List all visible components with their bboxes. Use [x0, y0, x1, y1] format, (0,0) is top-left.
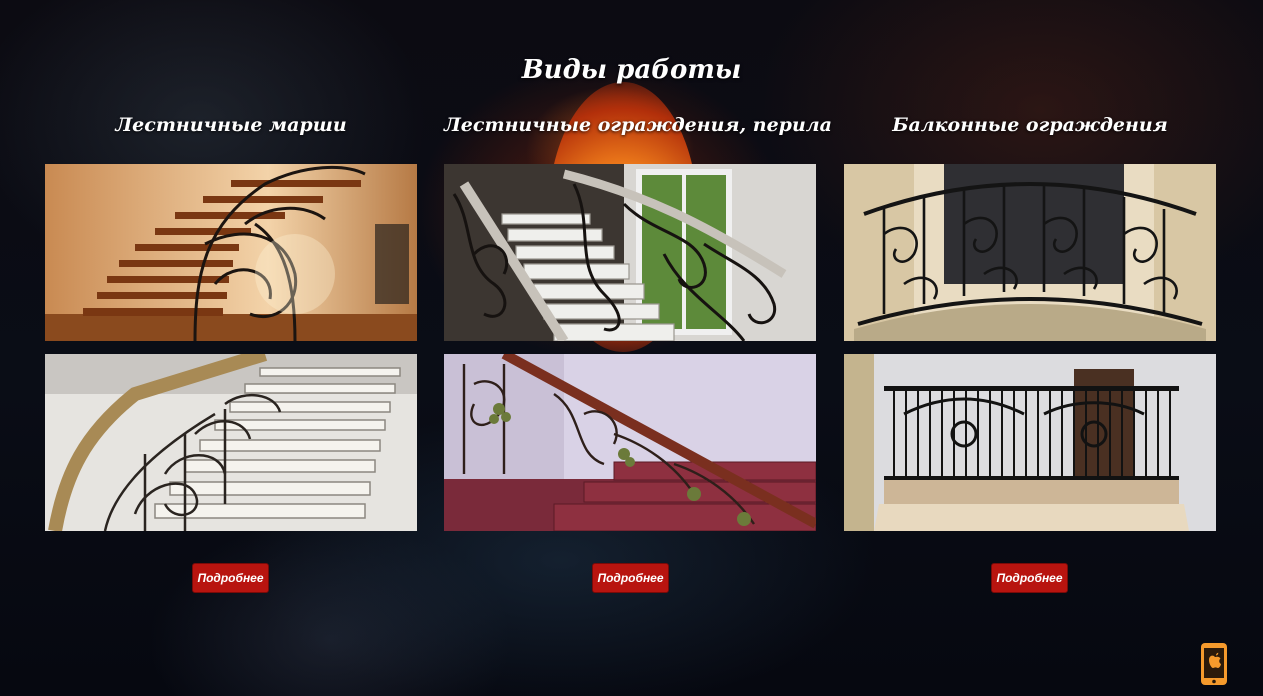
section-title: Виды работы	[521, 55, 742, 85]
grape-railing-photo[interactable]	[444, 354, 816, 531]
straight-balcony-photo[interactable]	[844, 354, 1216, 531]
mobile-app-icon[interactable]	[1199, 642, 1229, 686]
more-button-balcony-railings[interactable]: Подробнее	[991, 563, 1068, 593]
curved-balcony-photo[interactable]	[844, 164, 1216, 341]
staircase-railing-photo[interactable]	[45, 354, 417, 531]
spiral-staircase-photo[interactable]	[45, 164, 417, 341]
more-button-stair-flights[interactable]: Подробнее	[192, 563, 269, 593]
column-title-stair-flights: Лестничные марши	[115, 114, 347, 136]
column-title-stair-railings: Лестничные ограждения, перила	[444, 114, 832, 136]
stair-railing-window-photo[interactable]	[444, 164, 816, 341]
more-button-stair-railings[interactable]: Подробнее	[592, 563, 669, 593]
column-title-balcony-railings: Балконные ограждения	[892, 114, 1168, 136]
